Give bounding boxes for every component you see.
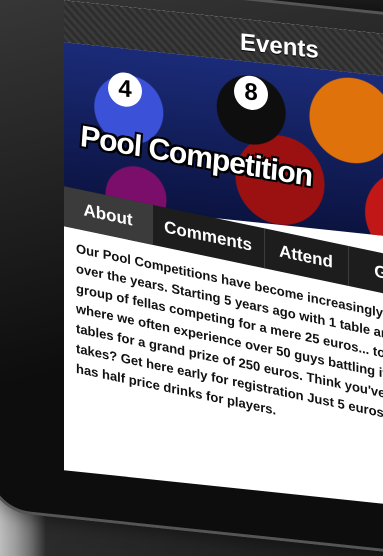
ball-8-label: 8	[234, 74, 268, 112]
app-screen: Events 4 8 7 Pool Competition About Comm…	[64, 0, 383, 509]
competition-title: Pool Competition	[79, 119, 314, 194]
phone-frame: Events 4 8 7 Pool Competition About Comm…	[0, 0, 383, 556]
page-title: Events	[240, 28, 319, 64]
ball-4-label: 4	[108, 70, 142, 109]
